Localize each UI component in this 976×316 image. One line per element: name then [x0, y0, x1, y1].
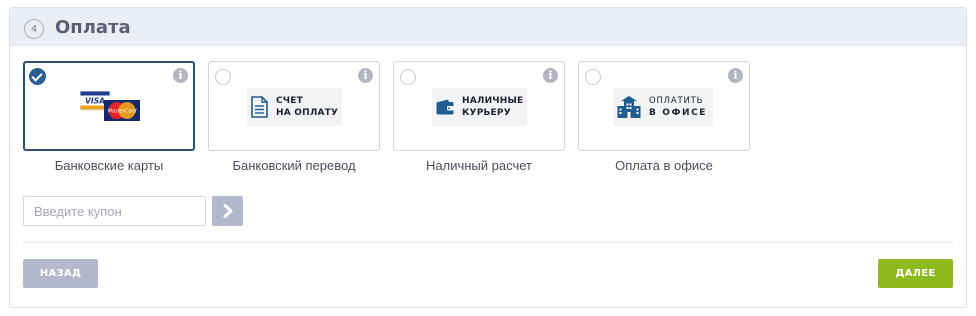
office-building-icon	[617, 96, 641, 118]
document-icon	[251, 96, 268, 118]
bank-cards-logo: VISA MasterCard	[80, 91, 140, 121]
office-logo: ОПЛАТИТЬ В ОФИСЕ	[613, 88, 713, 126]
mastercard-logo-text: MasterCard	[108, 109, 138, 115]
section-title: Оплата	[55, 17, 131, 38]
info-icon[interactable]: i	[173, 68, 188, 83]
divider	[23, 242, 953, 243]
payment-option-card[interactable]: i НАЛИЧНЫЕ КУРЬЕРУ	[393, 61, 565, 151]
next-button[interactable]: ДАЛЕЕ	[878, 259, 953, 288]
payment-option-label[interactable]: Наличный расчет	[393, 158, 565, 173]
payment-option-office[interactable]: i ОПЛАТИТЬ В ОФИСЕ Оплата в офисе	[578, 61, 750, 173]
payment-option-cash-courier[interactable]: i НАЛИЧНЫЕ КУРЬЕРУ Наличный расчет	[393, 61, 565, 173]
check-icon[interactable]	[29, 68, 46, 85]
bank-transfer-logo-text: СЧЕТ НА ОПЛАТУ	[276, 96, 339, 118]
payment-option-card[interactable]: i VISA MasterCard	[23, 61, 195, 151]
back-button[interactable]: НАЗАД	[23, 259, 98, 288]
payment-option-label[interactable]: Оплата в офисе	[578, 158, 750, 173]
payment-option-bank-transfer[interactable]: i СЧЕТ НА ОПЛАТУ Банковский перевод	[208, 61, 380, 173]
info-icon[interactable]: i	[543, 68, 558, 83]
payment-option-label[interactable]: Банковские карты	[23, 158, 195, 173]
payment-option-label[interactable]: Банковский перевод	[208, 158, 380, 173]
payment-option-bank-cards[interactable]: i VISA MasterCard Банковские карты	[23, 61, 195, 173]
bank-transfer-logo: СЧЕТ НА ОПЛАТУ	[247, 88, 342, 126]
section-header: 4 Оплата	[10, 8, 966, 46]
coupon-submit-button[interactable]	[212, 196, 243, 226]
visa-logo-text: VISA	[85, 97, 105, 106]
payment-option-card[interactable]: i СЧЕТ НА ОПЛАТУ	[208, 61, 380, 151]
info-icon[interactable]: i	[358, 68, 373, 83]
payment-option-card[interactable]: i ОПЛАТИТЬ В ОФИСЕ	[578, 61, 750, 151]
step-number-badge: 4	[24, 19, 44, 39]
chevron-right-icon	[223, 204, 232, 218]
office-logo-text: ОПЛАТИТЬ В ОФИСЕ	[649, 96, 708, 118]
radio-button[interactable]	[585, 69, 601, 85]
info-icon[interactable]: i	[728, 68, 743, 83]
cash-courier-logo: НАЛИЧНЫЕ КУРЬЕРУ	[432, 88, 527, 126]
radio-button[interactable]	[400, 69, 416, 85]
coupon-input[interactable]	[23, 196, 206, 226]
wallet-icon	[436, 99, 454, 115]
cash-courier-logo-text: НАЛИЧНЫЕ КУРЬЕРУ	[462, 96, 524, 118]
radio-button[interactable]	[215, 69, 231, 85]
